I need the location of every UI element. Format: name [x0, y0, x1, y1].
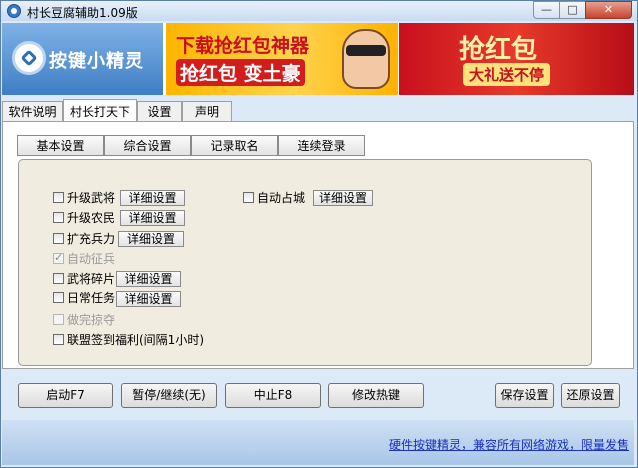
- ad2-subline: 大礼送不停: [463, 63, 551, 86]
- alliance-signin-checkbox[interactable]: [53, 334, 64, 345]
- maximize-button[interactable]: □: [559, 1, 586, 19]
- upgrade-peasant-label: 升级农民: [67, 211, 116, 225]
- subtab-continuous-login[interactable]: 连续登录: [278, 135, 365, 156]
- window-title: 村长豆腐辅助1.09版: [27, 6, 138, 20]
- upgrade-general-checkbox[interactable]: [53, 192, 64, 203]
- save-settings-button[interactable]: 保存设置: [495, 383, 554, 408]
- upgrade-peasant-checkbox[interactable]: [53, 212, 64, 223]
- start-button[interactable]: 启动F7: [18, 383, 113, 408]
- tab-village-chief[interactable]: 村长打天下: [63, 99, 137, 121]
- daily-tasks-label: 日常任务: [67, 291, 116, 305]
- upgrade-peasant-detail-button[interactable]: 详细设置: [120, 210, 185, 226]
- upgrade-general-label: 升级武将: [67, 191, 116, 205]
- expand-troops-detail-button[interactable]: 详细设置: [118, 231, 184, 247]
- banner: 按键小精灵 下载抢红包神器 抢红包 变土豪 抢红包 大礼送不停: [2, 23, 634, 95]
- tab-settings[interactable]: 设置: [137, 101, 182, 121]
- stop-button[interactable]: 中止F8: [225, 383, 321, 408]
- close-button[interactable]: ✕: [585, 1, 632, 19]
- app-icon: [7, 4, 21, 18]
- minimize-button[interactable]: —: [533, 1, 560, 19]
- finish-plunder-label: 做完掠夺: [67, 313, 116, 327]
- auto-occupy-city-detail-button[interactable]: 详细设置: [313, 190, 373, 206]
- hardware-promo-link[interactable]: 硬件按键精灵，兼容所有网络游戏，限量发售: [389, 436, 629, 453]
- expand-troops-checkbox[interactable]: [53, 233, 64, 244]
- auto-occupy-city-label: 自动占城: [257, 191, 306, 205]
- subtab-basic-settings[interactable]: 基本设置: [17, 135, 104, 156]
- auto-conscript-label: 自动征兵: [67, 252, 116, 266]
- daily-tasks-detail-button[interactable]: 详细设置: [116, 291, 181, 307]
- restore-settings-button[interactable]: 还原设置: [561, 383, 620, 408]
- upgrade-general-detail-button[interactable]: 详细设置: [120, 190, 185, 206]
- ad-banner-download[interactable]: 下载抢红包神器 抢红包 变土豪: [166, 23, 398, 95]
- ad1-subline: 抢红包 变土豪: [176, 59, 305, 86]
- subtab-record-naming[interactable]: 记录取名: [191, 135, 278, 156]
- tab-statement[interactable]: 声明: [182, 101, 232, 121]
- ad2-headline: 抢红包: [459, 35, 538, 65]
- ad-character-image: [342, 29, 390, 89]
- daily-tasks-checkbox[interactable]: [53, 292, 64, 303]
- pause-resume-button[interactable]: 暂停/继续(无): [121, 383, 217, 408]
- alliance-signin-label: 联盟签到福利(间隔1小时): [67, 333, 204, 347]
- finish-plunder-checkbox[interactable]: [53, 314, 64, 325]
- ad1-headline: 下载抢红包神器: [176, 35, 310, 57]
- auto-conscript-checkbox[interactable]: [53, 250, 64, 266]
- general-fragments-checkbox[interactable]: [53, 273, 64, 284]
- sunglasses-image: [346, 45, 386, 56]
- subtab-general-settings[interactable]: 综合设置: [104, 135, 191, 156]
- change-hotkey-button[interactable]: 修改热键: [328, 383, 424, 408]
- tab-software-info[interactable]: 软件说明: [2, 101, 63, 121]
- logo-icon: [12, 41, 46, 75]
- logo-text: 按键小精灵: [49, 51, 144, 72]
- general-fragments-detail-button[interactable]: 详细设置: [116, 271, 181, 287]
- ad-banner-red-envelope[interactable]: 抢红包 大礼送不停: [399, 23, 634, 95]
- auto-occupy-city-checkbox[interactable]: [243, 192, 254, 203]
- general-fragments-label: 武将碎片: [67, 272, 116, 286]
- title-bar[interactable]: 村长豆腐辅助1.09版 — □ ✕: [1, 1, 637, 21]
- logo: 按键小精灵: [2, 23, 163, 95]
- expand-troops-label: 扩充兵力: [67, 232, 116, 246]
